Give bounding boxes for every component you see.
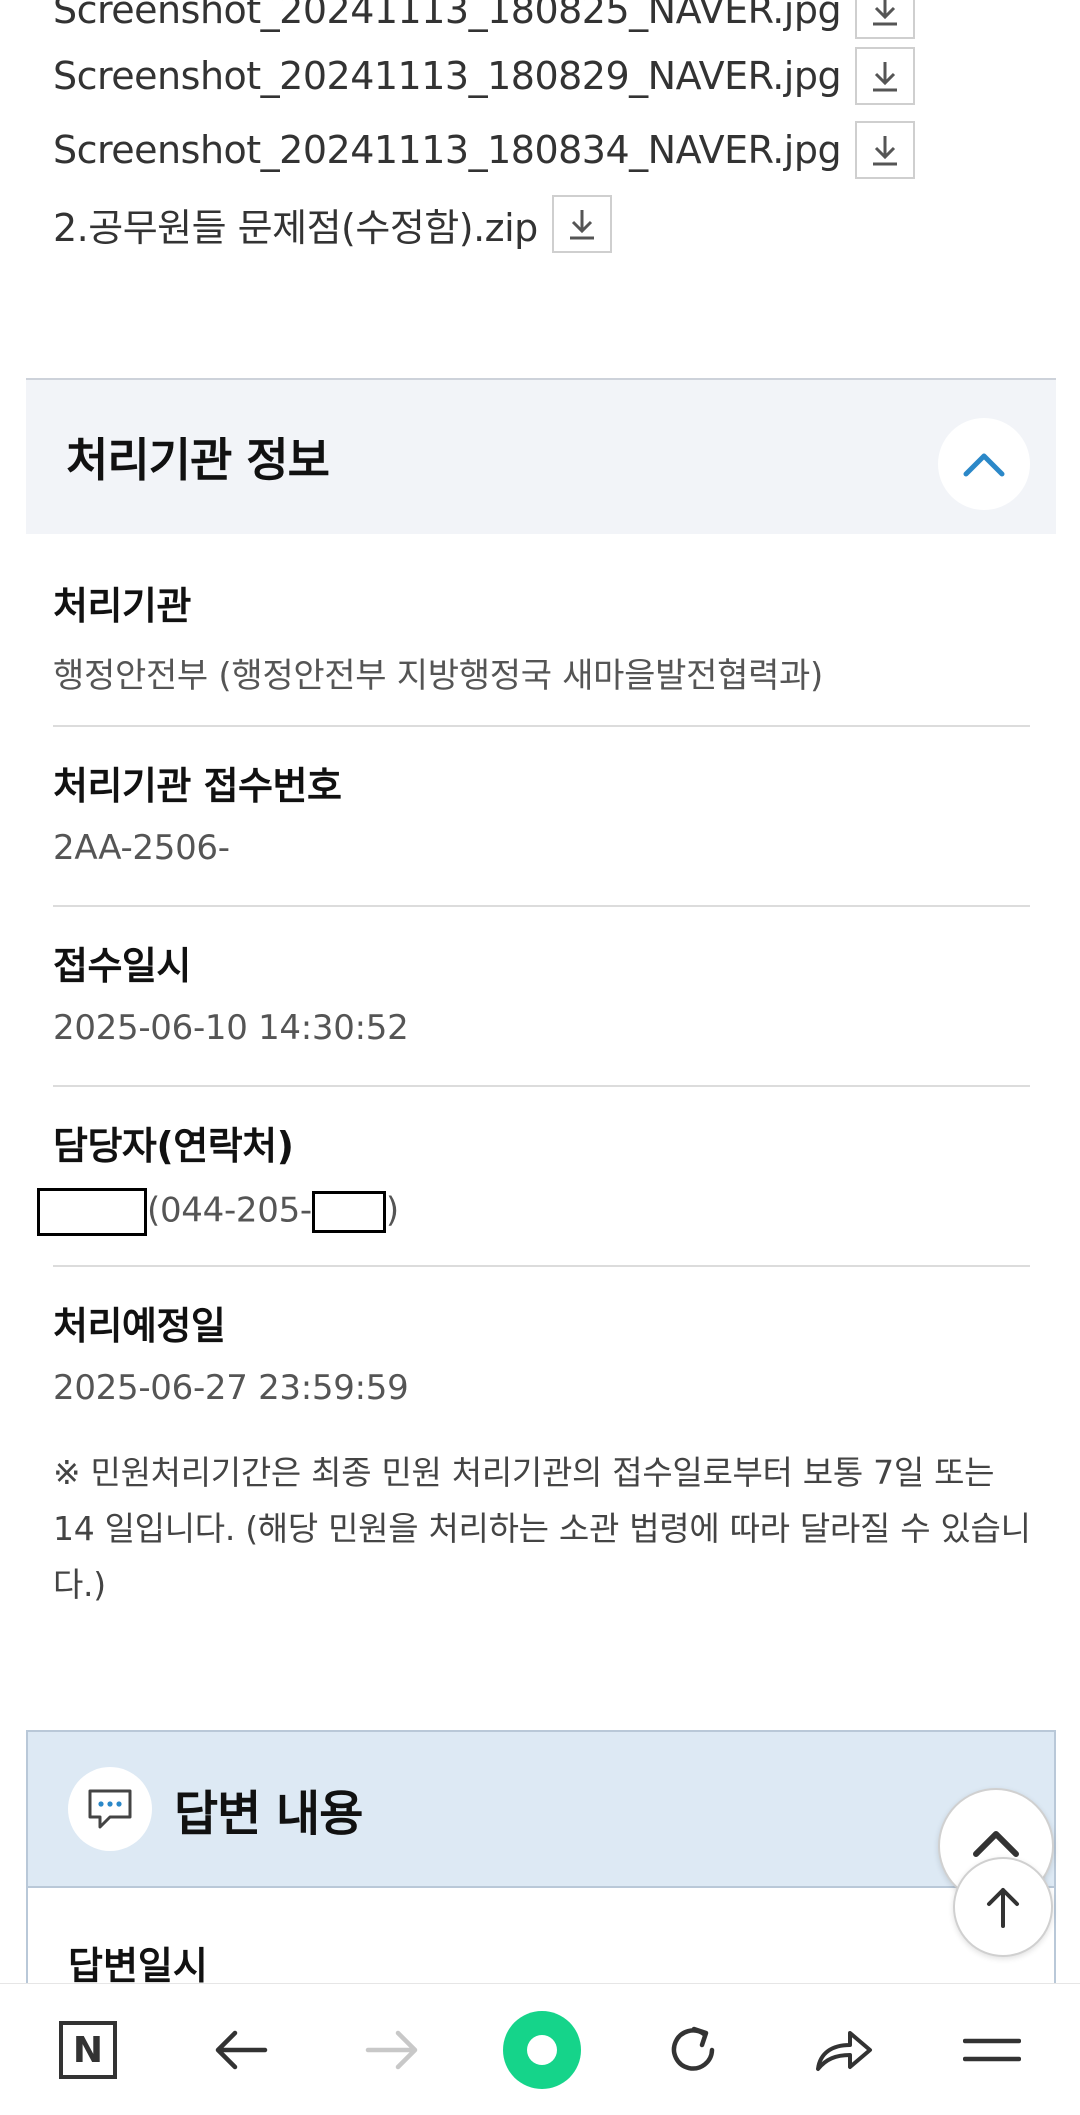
info-label: 처리예정일 — [53, 1304, 226, 1348]
info-label: 처리기관 접수번호 — [53, 764, 342, 808]
chevron-up-icon — [973, 1831, 1019, 1857]
info-label: 접수일시 — [53, 944, 191, 988]
processing-period-notice: ※ 민원처리기간은 최종 민원 처리기관의 접수일로부터 보통 7일 또는 14… — [53, 1453, 1031, 1604]
info-item-due-date: 처리예정일 2025-06-27 23:59:59 — [53, 1295, 1030, 1408]
divider — [53, 725, 1030, 727]
download-button[interactable] — [855, 47, 916, 105]
naver-home-icon: N — [59, 2021, 117, 2079]
info-label: 담당자(연락처) — [53, 1124, 294, 1168]
agency-section-header[interactable]: 처리기관 정보 — [26, 378, 1056, 534]
collapse-button[interactable] — [938, 418, 1030, 510]
download-icon — [873, 0, 898, 26]
info-item-receipt-number: 처리기관 접수번호 2AA-2506- — [53, 755, 1030, 868]
menu-button[interactable] — [944, 2002, 1040, 2098]
divider — [53, 1085, 1030, 1087]
attachment-name[interactable]: 2.공무원들 문제점(수정함).zip — [53, 197, 538, 252]
redacted-phone — [311, 1191, 386, 1233]
redacted-name — [37, 1188, 147, 1236]
naver-home-button[interactable]: N — [40, 2002, 136, 2098]
attachment-name[interactable]: Screenshot_20241113_180825_NAVER.jpg — [53, 0, 842, 32]
contact-phone-close: ) — [385, 1190, 399, 1231]
chat-bubble-icon — [68, 1767, 152, 1851]
attachment-item: Screenshot_20241113_180834_NAVER.jpg — [53, 121, 916, 179]
arrow-right-icon — [365, 2030, 418, 2070]
download-button[interactable] — [855, 0, 916, 39]
contact-value: (044-205-) — [37, 1188, 1030, 1236]
section-title: 처리기관 정보 — [66, 433, 330, 487]
green-dot-icon — [503, 2011, 581, 2089]
info-value: 2025-06-10 14:30:52 — [53, 1008, 409, 1048]
page: Screenshot_20241113_180825_NAVER.jpg Scr… — [0, 0, 1080, 2115]
attachment-item: 2.공무원들 문제점(수정함).zip — [53, 195, 612, 253]
info-label: 처리기관 — [53, 584, 191, 628]
answer-section-title: 답변 내용 — [174, 1786, 363, 1842]
download-button[interactable] — [855, 121, 916, 179]
divider — [53, 905, 1030, 907]
info-value: 2AA-2506- — [53, 828, 230, 868]
contact-phone-open: (044-205- — [147, 1190, 312, 1231]
info-value: 행정안전부 (행정안전부 지방행정국 새마을발전협력과) — [53, 656, 823, 696]
download-icon — [873, 136, 898, 166]
download-button[interactable] — [551, 195, 612, 253]
browser-bottom-bar: N — [0, 1983, 1080, 2115]
arrow-up-icon — [987, 1888, 1019, 1928]
info-value: 2025-06-27 23:59:59 — [53, 1368, 409, 1408]
answer-date-label: 답변일시 — [68, 1944, 208, 1988]
info-item-contact: 담당자(연락처) (044-205-) — [37, 1115, 1030, 1236]
refresh-icon — [671, 2026, 715, 2071]
scroll-to-top-button[interactable] — [953, 1857, 1053, 1957]
forward-button[interactable] — [344, 2002, 440, 2098]
download-icon — [569, 210, 594, 240]
attachment-item: Screenshot_20241113_180825_NAVER.jpg — [53, 0, 916, 39]
chevron-up-icon — [963, 453, 1005, 477]
attachment-name[interactable]: Screenshot_20241113_180829_NAVER.jpg — [53, 54, 842, 98]
arrow-left-icon — [215, 2030, 268, 2070]
info-item-received-at: 접수일시 2025-06-10 14:30:52 — [53, 935, 1030, 1048]
attachment-item: Screenshot_20241113_180829_NAVER.jpg — [53, 47, 916, 105]
attachment-name[interactable]: Screenshot_20241113_180834_NAVER.jpg — [53, 128, 842, 172]
share-button[interactable] — [795, 2002, 891, 2098]
back-button[interactable] — [193, 2002, 289, 2098]
divider — [53, 1265, 1030, 1267]
menu-icon — [963, 2038, 1021, 2062]
answer-section-header[interactable]: 답변 내용 — [26, 1730, 1056, 1888]
share-icon — [816, 2031, 872, 2071]
green-dot-button[interactable] — [494, 2002, 590, 2098]
download-icon — [873, 62, 898, 92]
refresh-button[interactable] — [645, 2002, 741, 2098]
info-item-agency: 처리기관 행정안전부 (행정안전부 지방행정국 새마을발전협력과) — [53, 575, 1030, 697]
